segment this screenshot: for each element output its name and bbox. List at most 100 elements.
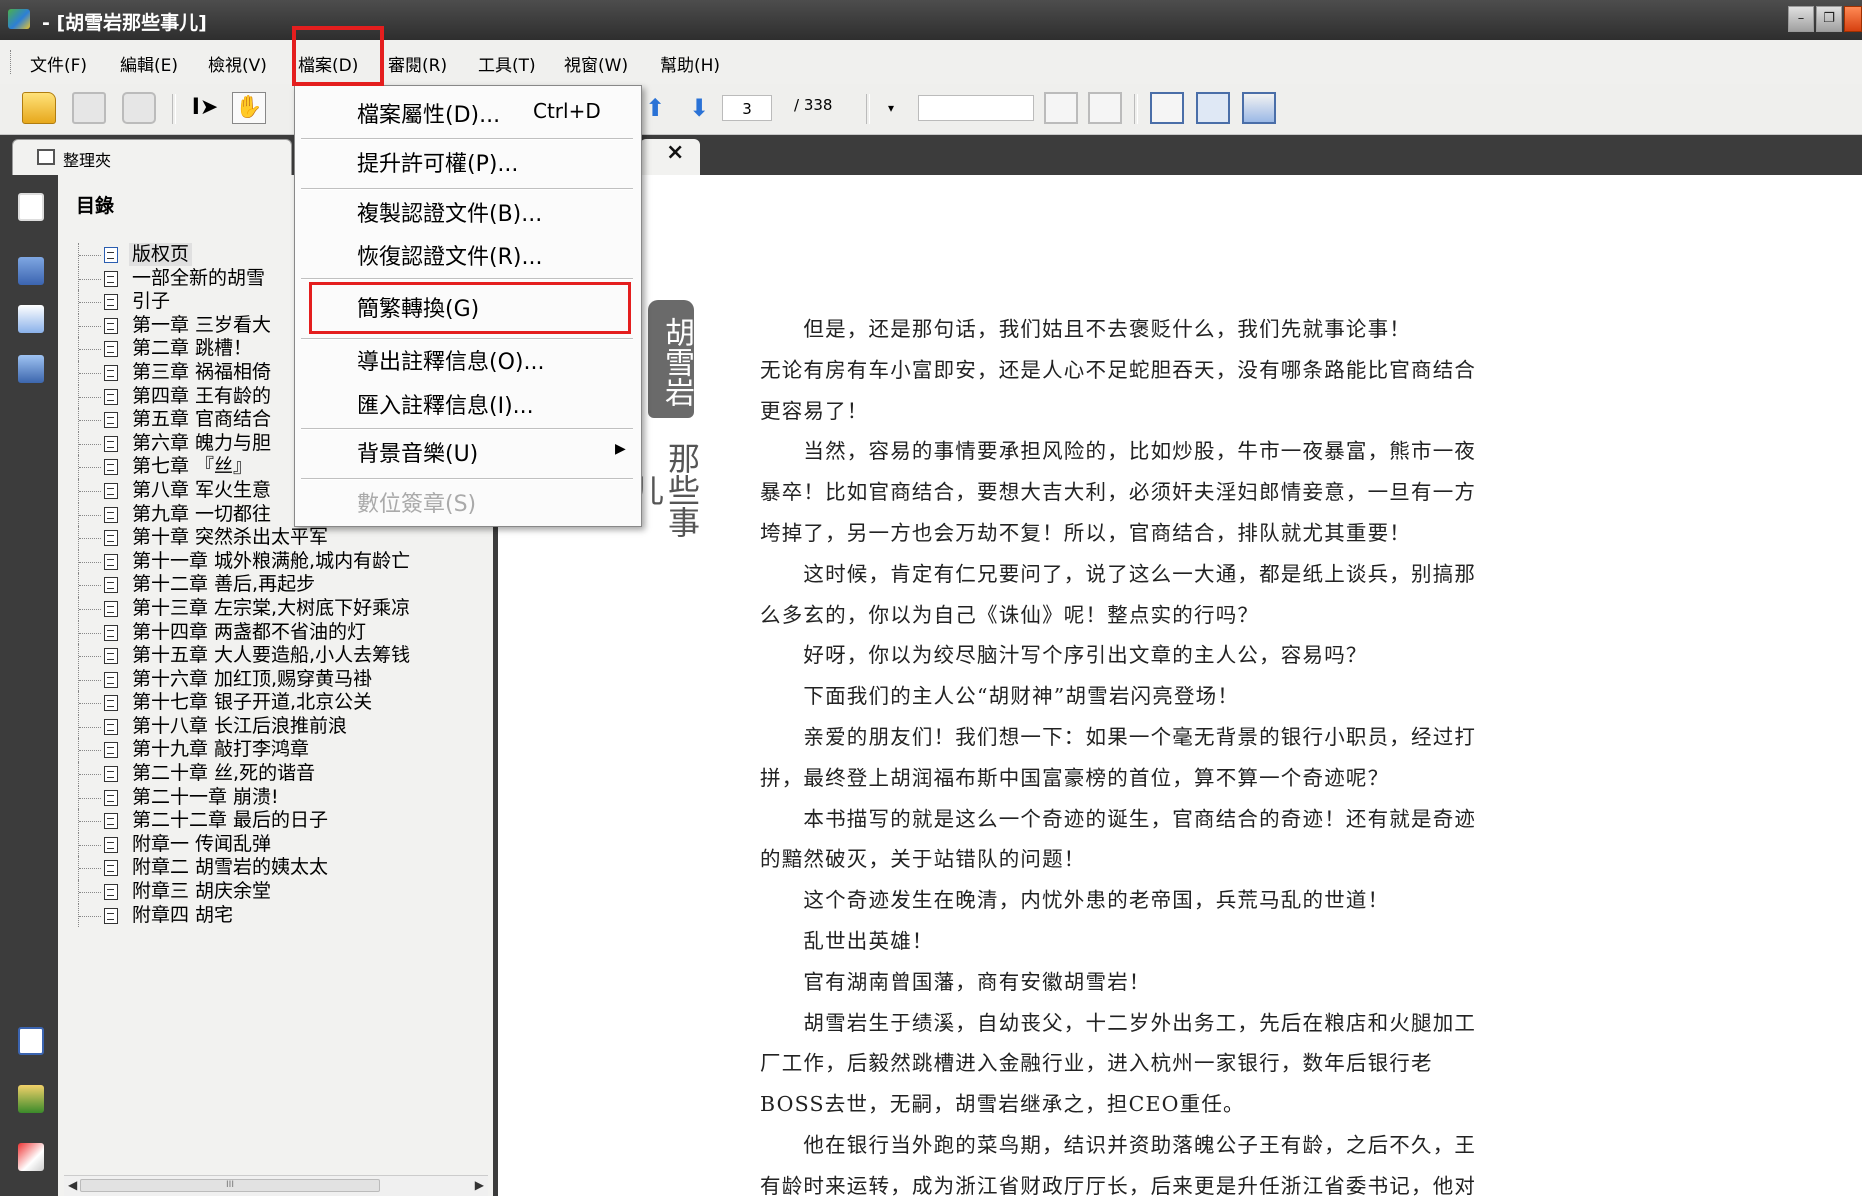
toc-item-label: 第十三章 左宗棠,大树底下好乘凉: [132, 596, 411, 619]
page-icon: [104, 766, 118, 783]
toc-item[interactable]: 附章四 胡宅: [78, 903, 478, 928]
book-view-icon[interactable]: [1150, 92, 1184, 124]
document-line: 亲爱的朋友们！我们想一下：如果一个毫无背景的银行小职员，经过打: [760, 725, 1477, 749]
organizer-icon: [37, 149, 55, 165]
select-text-icon[interactable]: I➤: [188, 92, 222, 124]
menu-review[interactable]: 審閱(R): [388, 51, 447, 76]
menu-separator: [301, 138, 633, 140]
menu-file[interactable]: 文件(F): [30, 51, 87, 76]
library-icon[interactable]: [18, 1085, 44, 1113]
toc-item-label: 版权页: [129, 243, 193, 266]
close-window-icon[interactable]: [1844, 6, 1862, 32]
toc-item-label: 第八章 军火生意: [132, 478, 272, 501]
save-icon[interactable]: [72, 92, 106, 124]
next-page-icon[interactable]: ⬇: [682, 92, 716, 124]
toc-item-label: 第十五章 大人要造船,小人去筹钱: [132, 644, 411, 667]
toc-item[interactable]: 第十七章 银子开道,北京公关: [78, 691, 478, 715]
toc-item-label: 第十九章 敲打李鸿章: [132, 738, 310, 761]
toc-item[interactable]: 第十六章 加红顶,赐穿黄马褂: [78, 667, 478, 692]
settings-tool-icon[interactable]: [18, 1143, 44, 1171]
fit-width-icon[interactable]: [1088, 92, 1122, 124]
toc-item[interactable]: 第十八章 长江后浪推前浪: [78, 714, 478, 739]
toc-item-label: 附章四 胡宅: [132, 903, 234, 926]
close-tab-icon[interactable]: ×: [666, 140, 684, 165]
thumbnails-icon[interactable]: [18, 257, 44, 285]
toc-item[interactable]: 第二十二章 最后的日子: [78, 809, 478, 833]
menu-view[interactable]: 檢視(V): [208, 51, 267, 76]
menu-item-export-annotations[interactable]: 導出註釋信息(O)...: [357, 344, 544, 376]
page-number-input[interactable]: 3: [722, 95, 772, 121]
fullscreen-icon[interactable]: [1242, 92, 1276, 124]
zoom-dropdown-icon[interactable]: ▾: [880, 92, 902, 124]
toc-item-label: 引子: [132, 290, 171, 313]
dropdown-highlight-box: [309, 282, 631, 334]
zoom-input[interactable]: [918, 95, 1034, 121]
toc-item[interactable]: 第十九章 敲打李鸿章: [78, 738, 478, 763]
document-line: BOSS去世，无嗣，胡雪岩继承之，担CEO重任。: [760, 1092, 1245, 1117]
toc-item-label: 第十六章 加红顶,赐穿黄马褂: [132, 667, 373, 690]
toc-item[interactable]: 附章二 胡雪岩的姨太太: [78, 856, 478, 881]
toc-item[interactable]: 第十五章 大人要造船,小人去筹钱: [78, 644, 478, 668]
document-line: 暴卒！比如官商结合，要想大吉大利，必须奸夫淫妇郎情妾意，一旦有一方: [760, 480, 1477, 505]
toc-item[interactable]: 附章一 传闻乱弹: [78, 832, 478, 857]
menu-item-background-music[interactable]: 背景音樂(U): [357, 436, 478, 468]
menu-item-restore-certificate[interactable]: 恢復認證文件(R)...: [357, 239, 542, 271]
toc-item-label: 第十二章 善后,再起步: [132, 573, 316, 596]
scroll-thumb[interactable]: III: [80, 1179, 380, 1192]
menu-edit[interactable]: 編輯(E): [120, 51, 178, 76]
window-title: - [胡雪岩那些事儿]: [42, 12, 207, 34]
menu-separator: [301, 338, 633, 340]
page-icon: [104, 270, 118, 287]
page-icon: [104, 530, 118, 547]
tab-organizer[interactable]: 整理夾: [12, 139, 292, 175]
previous-page-icon[interactable]: ⬆: [638, 92, 672, 124]
shortcut-ctrl-d: Ctrl+D: [533, 99, 601, 123]
toc-item[interactable]: 第十四章 两盏都不省油的灯: [78, 620, 478, 645]
app-icon[interactable]: [8, 9, 30, 29]
page-total: / 338: [794, 96, 833, 114]
page-icon: [104, 860, 118, 877]
menu-item-elevate-permissions[interactable]: 提升許可權(P)...: [357, 146, 518, 178]
annotations-icon[interactable]: [18, 355, 44, 383]
menu-tools[interactable]: 工具(T): [478, 51, 536, 76]
menu-item-copy-certificate[interactable]: 複製認證文件(B)...: [357, 196, 542, 228]
toc-item-label: 第四章 王有龄的: [132, 384, 272, 407]
double-page-icon[interactable]: [1196, 92, 1230, 124]
restore-icon[interactable]: ❐: [1816, 6, 1842, 32]
toc-item[interactable]: 附章三 胡庆余堂: [78, 880, 478, 904]
toc-item[interactable]: 第十三章 左宗棠,大树底下好乘凉: [78, 596, 478, 621]
menu-item-import-annotations[interactable]: 匯入註釋信息(I)...: [357, 388, 534, 420]
menu-help[interactable]: 幫助(H): [660, 51, 720, 76]
document-line: 胡雪岩生于绩溪，自幼丧父，十二岁外出务工，先后在粮店和火腿加工: [760, 1010, 1477, 1035]
hand-tool-icon[interactable]: ✋: [232, 92, 266, 124]
fit-page-icon[interactable]: [1044, 92, 1078, 124]
seal-subtitle: 那些事儿: [627, 442, 701, 538]
toc-item-label: 第十章 突然杀出太平军: [132, 526, 329, 549]
toc-item[interactable]: 第十一章 城外粮满舱,城内有龄亡: [78, 549, 478, 574]
menu-separator: [301, 478, 633, 480]
panel-toggle-icon[interactable]: [18, 1027, 44, 1055]
bookmarks-icon[interactable]: [18, 305, 44, 333]
scroll-left-icon[interactable]: ◀: [68, 1178, 77, 1192]
menu-item-document-properties[interactable]: 檔案屬性(D)...: [357, 97, 500, 129]
menu-highlight-box: [292, 26, 384, 86]
scroll-right-icon[interactable]: ▶: [475, 1178, 484, 1192]
left-icon-rail: [0, 175, 58, 1196]
toc-item-label: 附章一 传闻乱弹: [132, 832, 272, 855]
page-icon: [104, 506, 118, 523]
toc-item[interactable]: 第二十章 丝,死的谐音: [78, 762, 478, 786]
toc-item[interactable]: 第二十一章 崩溃!: [78, 785, 478, 810]
menu-window[interactable]: 視窗(W): [564, 51, 628, 76]
minimize-icon[interactable]: –: [1788, 6, 1814, 32]
toc-item[interactable]: 第十二章 善后,再起步: [78, 573, 478, 597]
document-line: 本书描写的就是这么一个奇迹的诞生，官商结合的奇迹！还有就是奇迹: [760, 806, 1477, 831]
seal-text: 胡雪岩: [648, 300, 694, 418]
open-folder-icon[interactable]: [22, 92, 56, 124]
print-icon[interactable]: [122, 92, 156, 124]
page-icon: [104, 600, 118, 617]
toc-icon[interactable]: [18, 193, 44, 221]
horizontal-scrollbar[interactable]: ◀ III ▶: [64, 1175, 488, 1196]
toc-item[interactable]: 第十章 突然杀出太平军: [78, 526, 478, 550]
page-icon: [104, 317, 118, 334]
toc-item-label: 第二章 跳槽！: [132, 337, 253, 360]
